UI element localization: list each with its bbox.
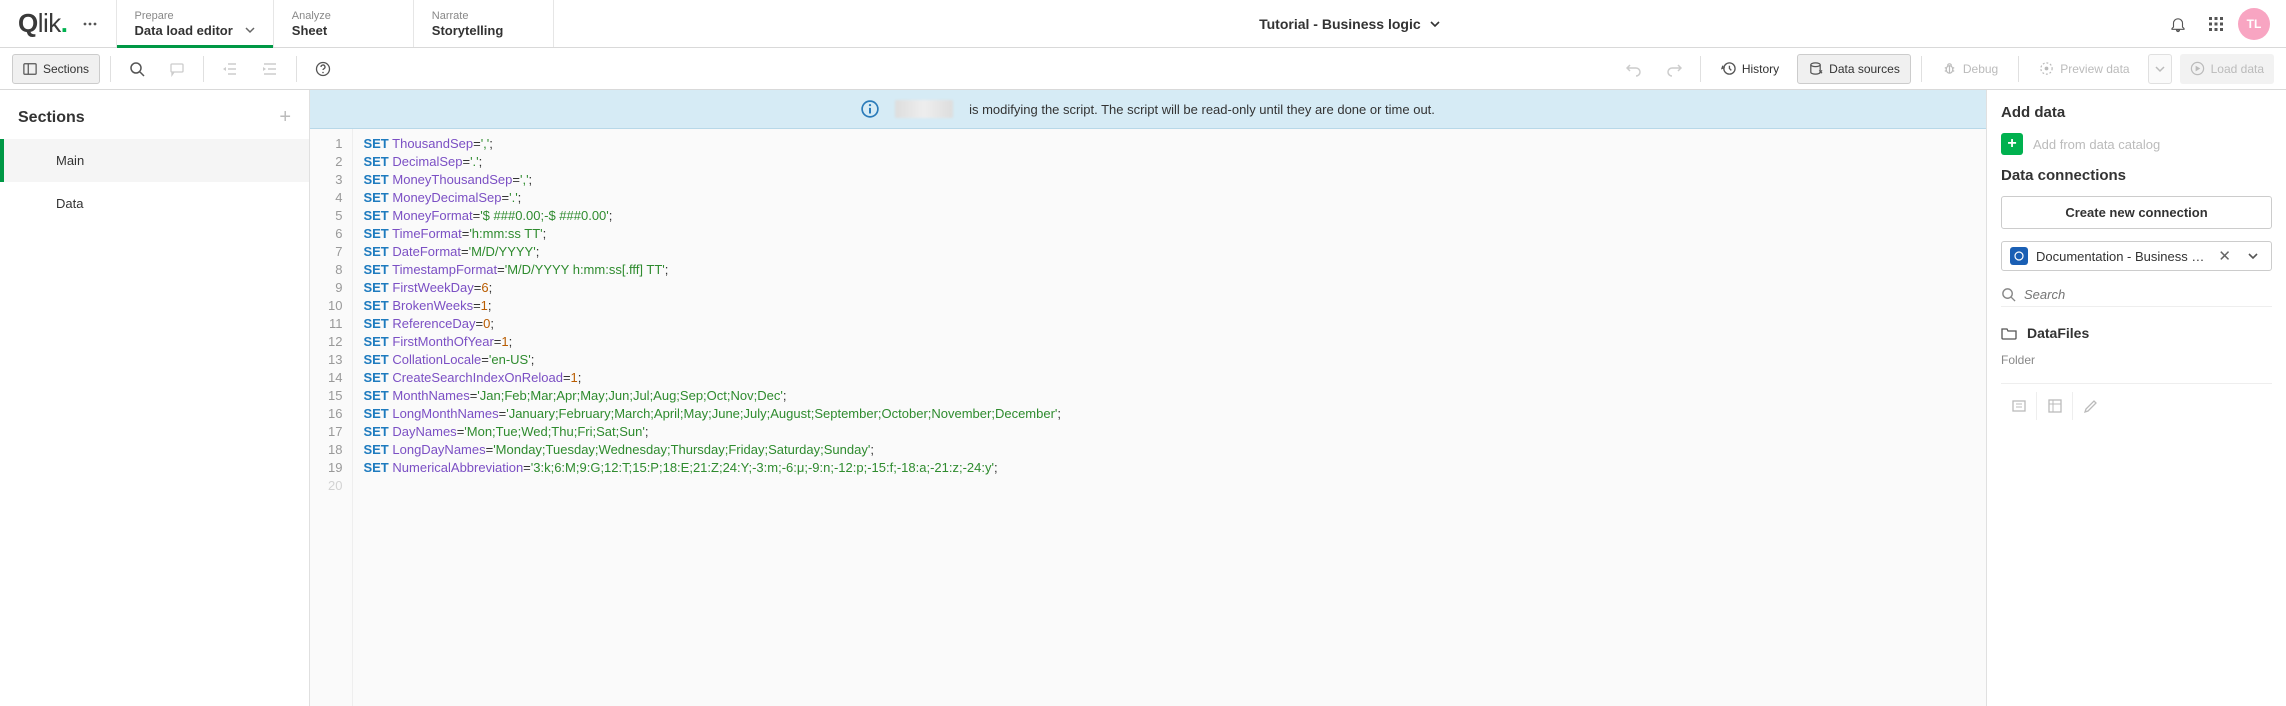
search-icon[interactable] — [121, 53, 153, 85]
nav-narrate-main: Storytelling — [432, 23, 535, 38]
separator — [203, 56, 204, 82]
folder-type-label: Folder — [2001, 353, 2272, 367]
add-catalog-label: Add from data catalog — [2033, 137, 2160, 152]
indent-icon[interactable] — [254, 53, 286, 85]
app-title-area[interactable]: Tutorial - Business logic — [553, 0, 2146, 47]
preview-caret-button — [2148, 54, 2172, 84]
nav-analyze-main: Sheet — [292, 23, 395, 38]
close-icon[interactable]: ✕ — [2214, 247, 2235, 265]
section-item-main[interactable]: Main — [0, 139, 309, 182]
panel-icon — [23, 62, 37, 76]
sections-button[interactable]: Sections — [12, 54, 100, 84]
preview-data-label: Preview data — [2060, 62, 2129, 76]
play-icon — [2190, 61, 2205, 76]
add-from-catalog-button[interactable]: + Add from data catalog — [2001, 133, 2272, 155]
notification-icon[interactable] — [2162, 8, 2194, 40]
search-icon — [2001, 287, 2016, 302]
chevron-down-icon[interactable] — [2243, 250, 2263, 262]
connection-name: Documentation - Business Logic ... — [2036, 249, 2206, 264]
folder-icon — [2001, 325, 2017, 341]
separator — [2018, 56, 2019, 82]
logo[interactable]: Qlik. — [18, 8, 68, 39]
separator — [110, 56, 111, 82]
folder-name: DataFiles — [2027, 325, 2089, 341]
help-icon[interactable] — [307, 53, 339, 85]
avatar[interactable]: TL — [2238, 8, 2270, 40]
preview-icon — [2039, 61, 2054, 76]
logo-area: Qlik. — [0, 0, 116, 47]
data-sources-icon — [1808, 61, 1823, 76]
connection-search[interactable] — [2001, 283, 2272, 307]
chevron-down-icon — [1429, 18, 1441, 30]
search-input[interactable] — [2024, 287, 2272, 302]
load-data-button: Load data — [2180, 54, 2274, 84]
folder-row[interactable]: DataFiles — [2001, 319, 2272, 341]
data-sources-label: Data sources — [1829, 62, 1900, 76]
app-title: Tutorial - Business logic — [1259, 16, 1421, 32]
readonly-banner: is modifying the script. The script will… — [310, 90, 1986, 129]
load-data-label: Load data — [2211, 62, 2264, 76]
add-section-icon[interactable]: + — [279, 106, 291, 129]
history-icon — [1721, 61, 1736, 76]
code-editor[interactable]: 1234567891011121314151617181920 SET Thou… — [310, 129, 1986, 706]
select-data-icon[interactable] — [2037, 392, 2073, 420]
edit-icon[interactable] — [2073, 392, 2109, 420]
code-body[interactable]: SET ThousandSep=',';SET DecimalSep='.';S… — [353, 129, 1071, 706]
outdent-icon[interactable] — [214, 53, 246, 85]
main-area: Sections + MainData is modifying the scr… — [0, 90, 2286, 706]
section-item-data[interactable]: Data — [0, 182, 309, 225]
top-bar: Qlik. Prepare Data load editor Analyze S… — [0, 0, 2286, 48]
top-right-icons: TL — [2146, 0, 2286, 47]
more-icon[interactable] — [78, 12, 102, 36]
create-connection-button[interactable]: Create new connection — [2001, 196, 2272, 229]
data-connections-header: Data connections — [2001, 167, 2272, 184]
history-label: History — [1742, 62, 1779, 76]
bug-icon — [1942, 61, 1957, 76]
data-panel: Add data + Add from data catalog Data co… — [1986, 90, 2286, 706]
sections-header: Sections + — [0, 90, 309, 139]
debug-button: Debug — [1932, 54, 2008, 84]
chevron-down-icon[interactable] — [233, 25, 255, 35]
nav-tab-narrate[interactable]: Narrate Storytelling — [413, 0, 553, 47]
data-sources-button[interactable]: Data sources — [1797, 54, 1911, 84]
apps-grid-icon[interactable] — [2200, 8, 2232, 40]
history-button[interactable]: History — [1711, 54, 1789, 84]
line-gutter: 1234567891011121314151617181920 — [310, 129, 353, 706]
connection-actions — [2001, 383, 2272, 420]
nav-narrate-sub: Narrate — [432, 10, 535, 22]
add-data-header: Add data — [2001, 104, 2272, 121]
banner-text: is modifying the script. The script will… — [969, 102, 1435, 117]
sections-panel: Sections + MainData — [0, 90, 310, 706]
separator — [296, 56, 297, 82]
chevron-down-icon — [2155, 64, 2165, 74]
info-icon — [861, 100, 879, 118]
preview-data-button: Preview data — [2029, 54, 2139, 84]
nav-prepare-sub: Prepare — [135, 10, 255, 22]
connection-icon — [2010, 247, 2028, 265]
insert-icon[interactable] — [2001, 392, 2037, 420]
nav-analyze-sub: Analyze — [292, 10, 395, 22]
redo-icon[interactable] — [1658, 53, 1690, 85]
sections-label: Sections — [43, 62, 89, 76]
nav-prepare-main: Data load editor — [135, 23, 233, 38]
comment-icon[interactable] — [161, 53, 193, 85]
editor-area: is modifying the script. The script will… — [310, 90, 1986, 706]
debug-label: Debug — [1963, 62, 1998, 76]
plus-icon: + — [2001, 133, 2023, 155]
undo-icon[interactable] — [1618, 53, 1650, 85]
connection-chip[interactable]: Documentation - Business Logic ... ✕ — [2001, 241, 2272, 271]
nav-tab-prepare[interactable]: Prepare Data load editor — [116, 0, 273, 47]
toolbar: Sections History Data sources Debug Prev… — [0, 48, 2286, 90]
redacted-user — [895, 100, 953, 118]
separator — [1700, 56, 1701, 82]
sections-title: Sections — [18, 109, 85, 127]
nav-tab-analyze[interactable]: Analyze Sheet — [273, 0, 413, 47]
separator — [1921, 56, 1922, 82]
